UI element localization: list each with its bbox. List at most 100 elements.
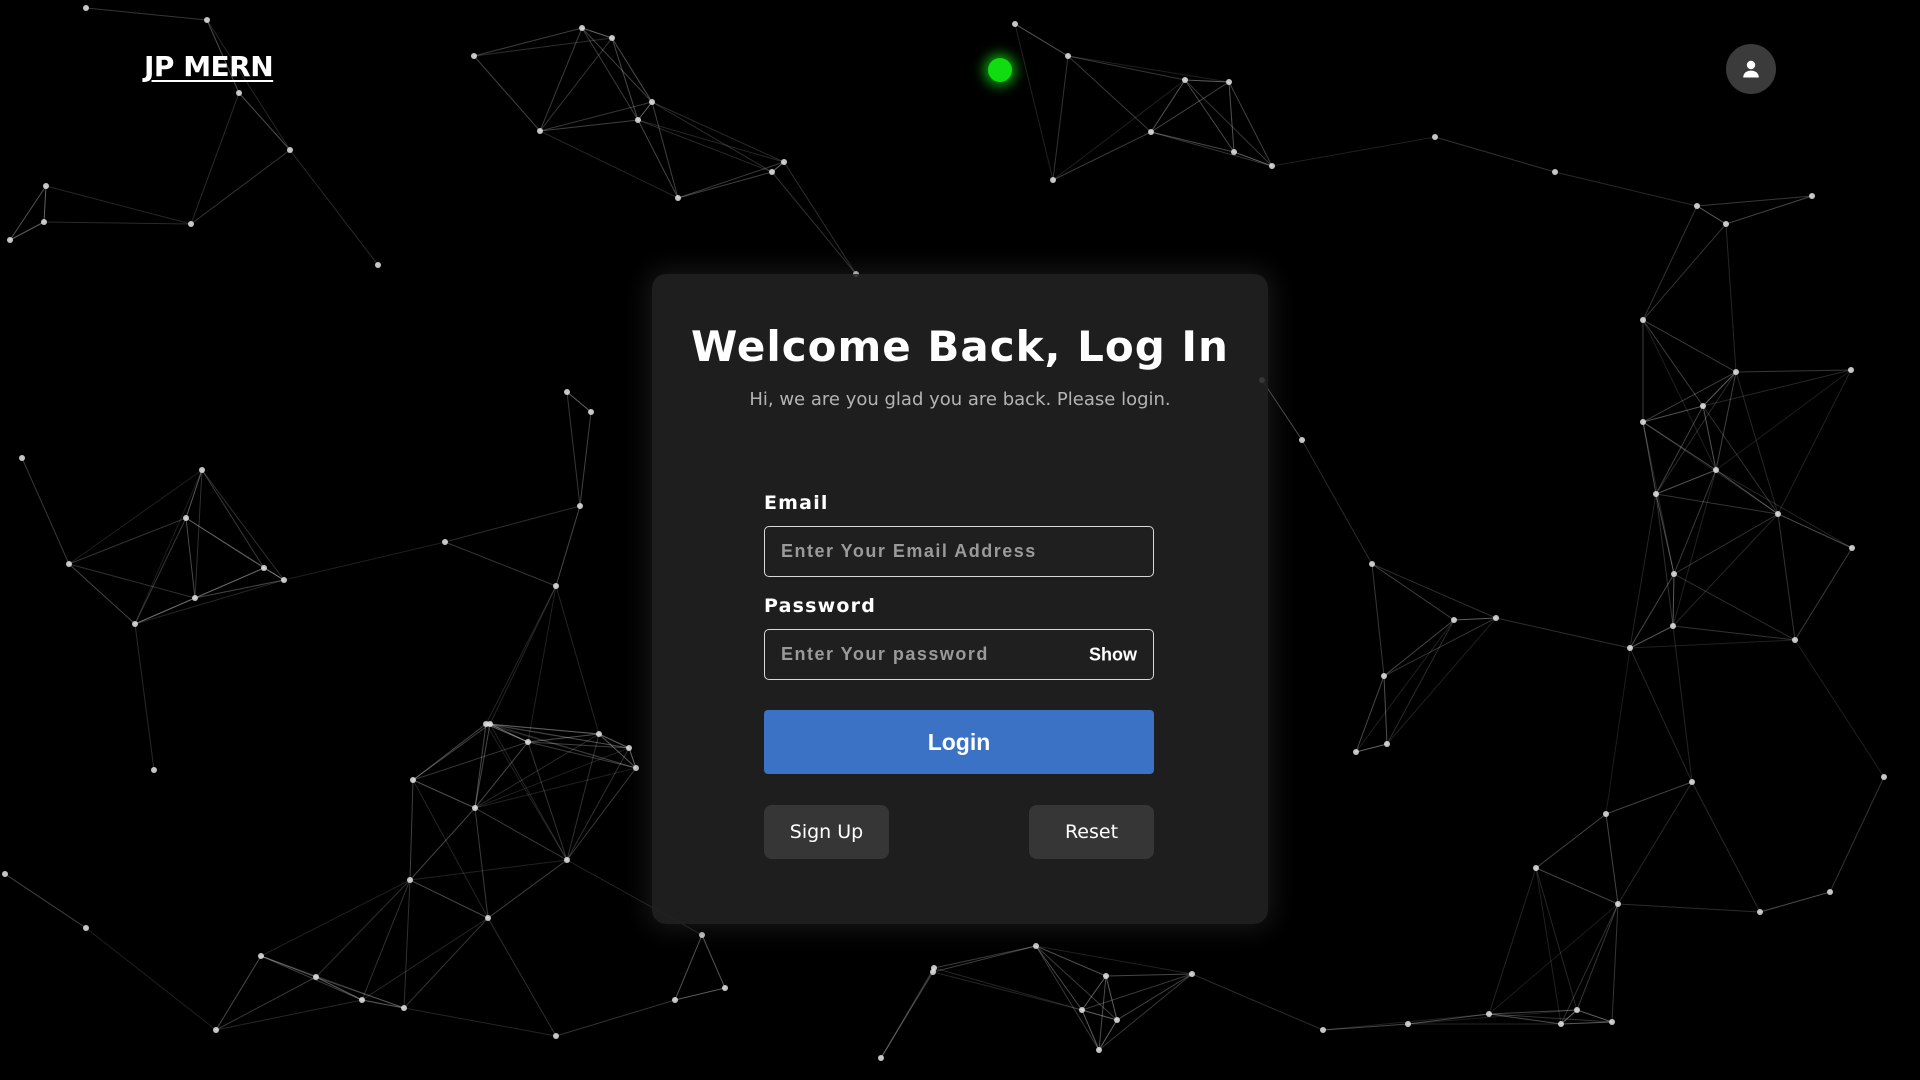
network-link [539,27,583,132]
network-link [134,623,155,771]
network-link [1655,469,1717,495]
network-link [1629,639,1796,649]
network-node [1723,221,1729,227]
network-node [722,985,728,991]
network-link [1052,55,1069,181]
network-node [442,539,448,545]
network-link [444,505,581,543]
network-node [1079,1007,1085,1013]
status-indicator-dot [988,58,1012,82]
network-link [1453,617,1497,621]
network-node [1640,419,1646,425]
network-link [1383,675,1388,745]
network-node [564,857,570,863]
network-link [4,873,87,929]
network-node [41,219,47,225]
network-link [1629,493,1657,649]
network-node [483,721,489,727]
network-link [1642,223,1727,321]
network-link [1560,903,1619,1025]
network-node [1640,317,1646,323]
network-node [1694,203,1700,209]
email-input[interactable] [765,527,1153,576]
network-link [1655,493,1779,515]
network-link [9,185,47,241]
network-node [183,515,189,521]
network-node [626,745,632,751]
network-node [1269,163,1275,169]
network-link [674,934,703,1001]
brand-logo-link[interactable]: JP MERN [144,50,274,83]
reset-button[interactable]: Reset [1029,805,1154,859]
network-link [933,945,1037,969]
network-link [1560,1021,1613,1025]
network-link [260,955,363,1001]
network-link [555,999,676,1037]
user-avatar-button[interactable] [1726,44,1776,94]
network-link [1642,205,1698,321]
network-node [1114,1017,1120,1023]
network-link [1777,513,1796,641]
network-link [315,879,411,978]
network-node [1671,571,1677,577]
network-link [43,221,192,225]
network-node [287,147,293,153]
user-icon [1743,60,1759,78]
network-link [315,976,363,1001]
show-password-toggle[interactable]: Show [1089,644,1137,665]
network-link [1150,131,1273,167]
network-link [409,879,489,919]
network-node [1827,889,1833,895]
network-link [85,7,208,21]
network-link [1098,975,1107,1051]
network-link [1355,619,1455,753]
network-link [1150,79,1186,133]
sign-up-button[interactable]: Sign Up [764,805,889,859]
network-node [1226,79,1232,85]
network-link [932,945,1037,973]
network-node [579,25,585,31]
network-link [1322,1023,1409,1031]
network-node [1369,561,1375,567]
network-link [1488,867,1537,1015]
network-node [1231,149,1237,155]
network-link [1702,371,1737,407]
network-link [581,27,639,121]
network-link [637,119,679,199]
network-link [1383,617,1497,677]
network-link [473,55,541,132]
network-link [1271,136,1436,167]
network-link [1116,973,1193,1021]
network-link [185,517,196,599]
network-link [539,101,653,132]
email-label: Email [764,492,829,514]
network-link [1184,79,1235,153]
network-link [1759,891,1831,913]
network-link [783,161,857,275]
network-node [649,99,655,105]
login-button[interactable]: Login [764,710,1154,774]
network-node [633,765,639,771]
network-link [1617,781,1693,905]
network-node [1096,1047,1102,1053]
network-link [1407,1009,1578,1025]
network-node [635,117,641,123]
network-node [375,262,381,268]
network-node [407,877,413,883]
network-node [1353,749,1359,755]
login-card: Welcome Back, Log In Hi, we are you glad… [652,274,1268,924]
network-node [1848,367,1854,373]
network-node [588,409,594,415]
network-link [1715,369,1852,471]
network-node [1627,645,1633,651]
network-link [611,37,639,121]
network-link [1535,867,1619,905]
network-link [68,517,187,565]
network-link [771,171,857,275]
network-node [1148,129,1154,135]
network-node [1689,779,1695,785]
network-link [134,517,187,625]
network-node [1103,973,1109,979]
network-link [1535,867,1562,1025]
network-node [204,17,210,23]
